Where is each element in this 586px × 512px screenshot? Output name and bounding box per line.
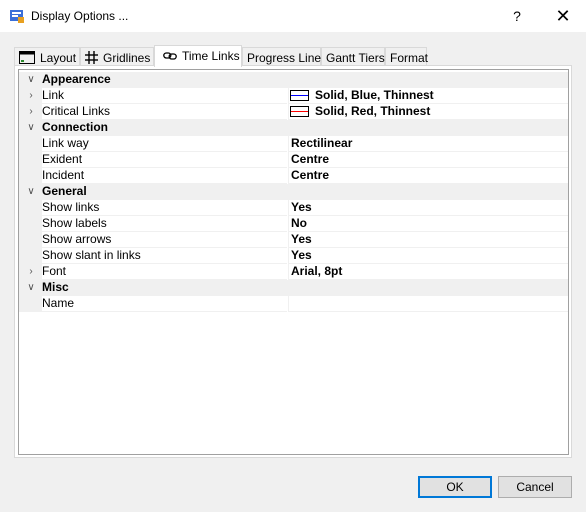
layout-icon <box>19 51 35 65</box>
chevron-down-icon[interactable]: ∨ <box>25 186 37 198</box>
property-row-exident[interactable]: Exident Centre <box>19 152 568 168</box>
property-value[interactable]: Yes <box>288 248 568 264</box>
gridlines-icon <box>85 51 98 65</box>
tab-time-links[interactable]: Time Links <box>154 45 242 67</box>
tab-layout[interactable]: Layout <box>14 47 80 66</box>
chevron-right-icon[interactable]: › <box>25 90 37 102</box>
title-bar: Display Options ... ? ✕ <box>0 0 586 32</box>
line-style-swatch <box>290 90 309 101</box>
chevron-down-icon[interactable]: ∨ <box>25 122 37 134</box>
category-label: Appearence <box>42 72 568 88</box>
property-name: Show slant in links <box>42 248 287 264</box>
tab-gantt-tiers[interactable]: Gantt Tiers <box>321 47 385 66</box>
property-row-name[interactable]: Name <box>19 296 568 312</box>
chevron-down-icon[interactable]: ∨ <box>25 282 37 294</box>
chevron-right-icon[interactable]: › <box>25 106 37 118</box>
property-value[interactable]: No <box>288 216 568 232</box>
property-value[interactable]: Solid, Red, Thinnest <box>288 104 568 120</box>
category-label: Misc <box>42 280 568 296</box>
property-row-critical-links[interactable]: › Critical Links Solid, Red, Thinnest <box>19 104 568 120</box>
tab-panel: ∨ Appearence › Link Solid, Blue, Thinnes… <box>14 65 572 458</box>
link-icon <box>163 52 177 60</box>
category-connection[interactable]: ∨ Connection <box>19 120 568 136</box>
app-icon <box>10 10 24 23</box>
tab-format[interactable]: Format <box>385 47 428 66</box>
chevron-right-icon[interactable]: › <box>25 266 37 278</box>
property-name: Show labels <box>42 216 287 232</box>
property-row-show-labels[interactable]: Show labels No <box>19 216 568 232</box>
property-name: Link <box>42 88 287 104</box>
property-row-link[interactable]: › Link Solid, Blue, Thinnest <box>19 88 568 104</box>
property-name: Show links <box>42 200 287 216</box>
window-title: Display Options ... <box>31 9 129 23</box>
property-value[interactable]: Solid, Blue, Thinnest <box>288 88 568 104</box>
chevron-down-icon[interactable]: ∨ <box>25 74 37 86</box>
close-button[interactable]: ✕ <box>546 0 580 32</box>
category-general[interactable]: ∨ General <box>19 184 568 200</box>
property-row-show-links[interactable]: Show links Yes <box>19 200 568 216</box>
property-value[interactable]: Rectilinear <box>288 136 568 152</box>
property-name: Exident <box>42 152 287 168</box>
property-name: Incident <box>42 168 287 184</box>
property-name: Show arrows <box>42 232 287 248</box>
category-misc[interactable]: ∨ Misc <box>19 280 568 296</box>
help-button[interactable]: ? <box>500 0 534 32</box>
tab-gridlines[interactable]: Gridlines <box>80 47 154 66</box>
property-row-font[interactable]: › Font Arial, 8pt <box>19 264 568 280</box>
category-appearence[interactable]: ∨ Appearence <box>19 72 568 88</box>
property-row-show-arrows[interactable]: Show arrows Yes <box>19 232 568 248</box>
line-style-swatch <box>290 106 309 117</box>
property-name: Critical Links <box>42 104 287 120</box>
property-grid[interactable]: ∨ Appearence › Link Solid, Blue, Thinnes… <box>18 69 569 455</box>
property-value[interactable]: Centre <box>288 152 568 168</box>
property-value[interactable]: Yes <box>288 200 568 216</box>
ok-button[interactable]: OK <box>418 476 492 498</box>
property-row-show-slant[interactable]: Show slant in links Yes <box>19 248 568 264</box>
property-value[interactable] <box>288 296 568 312</box>
category-label: General <box>42 184 568 200</box>
cancel-button[interactable]: Cancel <box>498 476 572 498</box>
property-name: Name <box>42 296 287 312</box>
property-row-link-way[interactable]: Link way Rectilinear <box>19 136 568 152</box>
tab-progress-lines[interactable]: Progress Lines <box>242 47 327 66</box>
category-label: Connection <box>42 120 568 136</box>
property-name: Font <box>42 264 287 280</box>
property-value[interactable]: Yes <box>288 232 568 248</box>
property-value[interactable]: Centre <box>288 168 568 184</box>
property-name: Link way <box>42 136 287 152</box>
property-row-incident[interactable]: Incident Centre <box>19 168 568 184</box>
property-value[interactable]: Arial, 8pt <box>288 264 568 280</box>
